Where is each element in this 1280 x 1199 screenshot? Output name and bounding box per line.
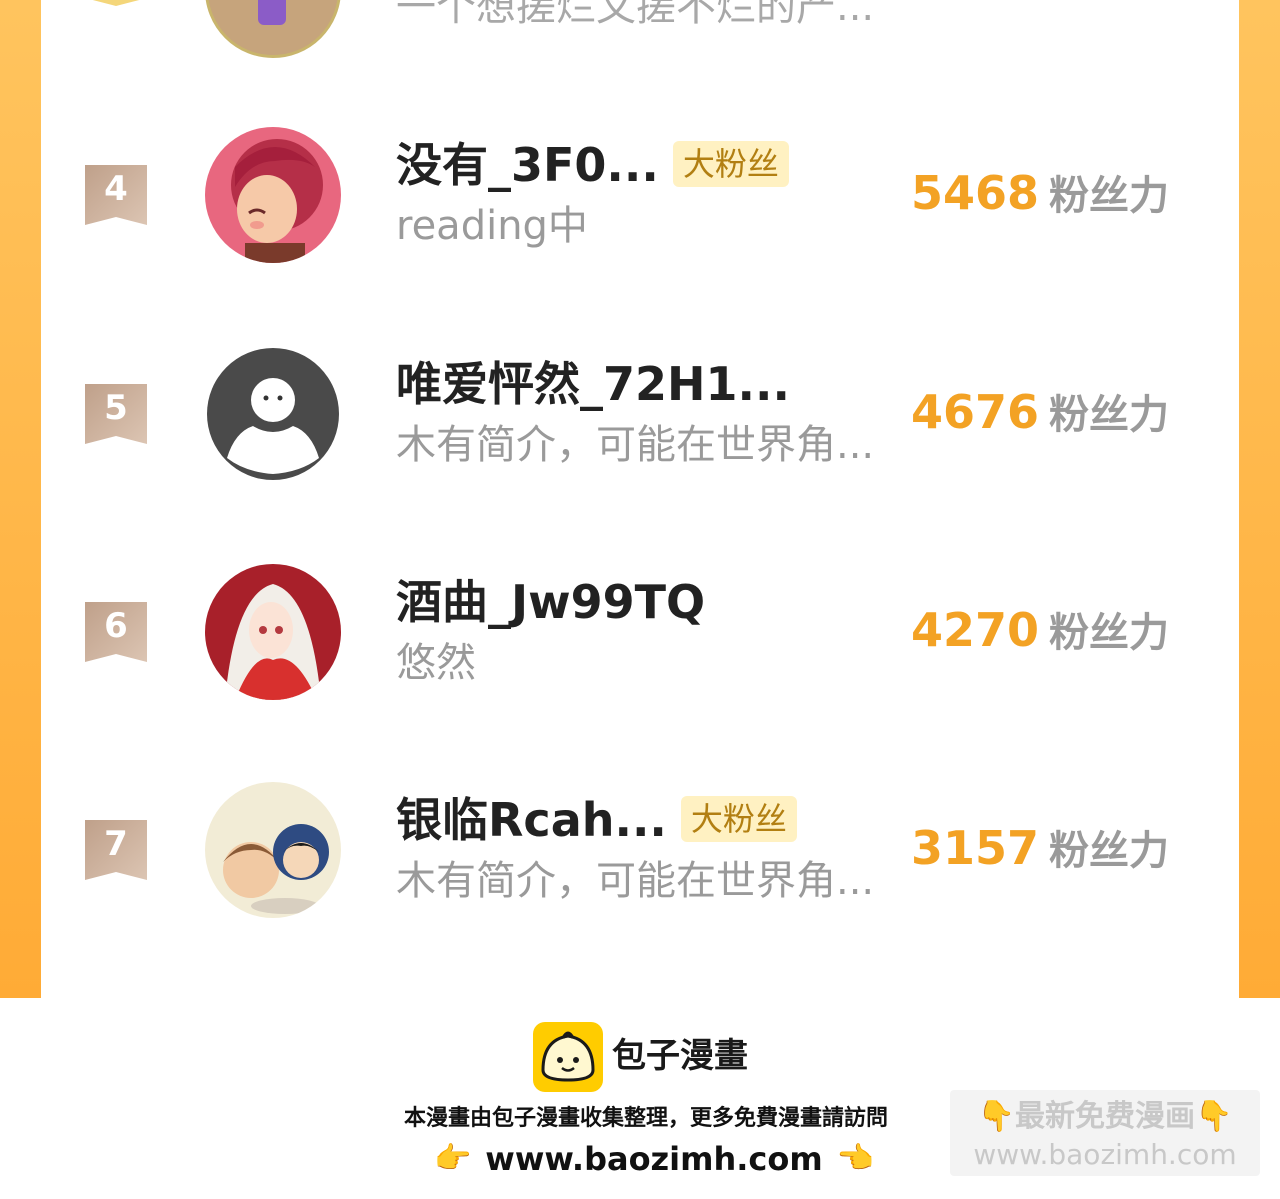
fan-power-score: 5468 粉丝力 <box>911 165 1169 232</box>
user-avatar[interactable] <box>205 782 341 918</box>
fan-power-score: 3157 粉丝力 <box>911 820 1169 887</box>
site-url-link[interactable]: www.baozimh.com <box>485 1137 822 1181</box>
rank-number: 6 <box>104 606 128 646</box>
rank-number: 5 <box>104 388 128 428</box>
rank-flag: 7 <box>85 820 147 882</box>
user-avatar[interactable] <box>205 127 341 263</box>
rank-flag: 5 <box>85 384 147 446</box>
fan-power-score: 4676 粉丝力 <box>911 384 1169 451</box>
user-name[interactable]: 酒曲_Jw99TQ <box>396 574 705 630</box>
score-unit: 粉丝力 <box>1049 392 1169 438</box>
rank-flag: 4 <box>85 165 147 227</box>
watermark-line1: 👇最新免费漫画👇 <box>977 1099 1233 1134</box>
partial-bio: 一个想搓烂文搓不烂的产... <box>396 0 875 30</box>
ranking-row-4[interactable]: 4 没有_3F0... 大粉丝 reading中 5468 粉丝力 <box>41 127 1239 277</box>
user-avatar[interactable] <box>205 564 341 700</box>
ranking-row-6[interactable]: 6 酒曲_Jw99TQ 悠然 4270 粉丝力 <box>41 564 1239 714</box>
score-unit: 粉丝力 <box>1049 173 1169 219</box>
partial-avatar[interactable] <box>205 0 341 58</box>
watermark: 👇最新免费漫画👇 www.baozimh.com <box>950 1090 1260 1176</box>
user-name-text: 唯爱怦然_72H1... <box>396 357 790 411</box>
user-name-text: 银临Rcah... <box>396 793 667 847</box>
default-person-icon <box>207 348 339 480</box>
score-unit: 粉丝力 <box>1049 610 1169 656</box>
score-value: 5468 <box>910 166 1039 220</box>
brand-name: 包子漫畫 <box>612 1036 748 1076</box>
ranking-row-5[interactable]: 5 唯爱怦然_72H1... 木有简介，可能在世界角... 4676 粉丝力 <box>41 346 1239 496</box>
user-bio: 木有简介，可能在世界角... <box>396 422 875 468</box>
score-value: 4676 <box>910 385 1039 439</box>
fan-power-score: 4270 粉丝力 <box>911 602 1169 669</box>
pointing-left-hand-icon: 👈 <box>836 1141 874 1176</box>
pointing-right-hand-icon: 👉 <box>434 1141 472 1176</box>
fan-ranking-panel: 一个想搓烂文搓不烂的产... 4 没有_3F0... 大粉丝 reading中 5… <box>41 0 1239 998</box>
two-chibi-boys-icon <box>205 782 341 918</box>
footer-url-row[interactable]: 👉 www.baozimh.com 👈 <box>434 1136 874 1182</box>
fan-badge: 大粉丝 <box>680 796 797 842</box>
user-name[interactable]: 银临Rcah... 大粉丝 <box>396 792 797 848</box>
ranking-row-7[interactable]: 7 银临Rcah... 大粉丝 木有简介，可能在世界角... 3157 粉丝力 <box>41 782 1239 932</box>
user-bio: reading中 <box>396 203 588 249</box>
user-name[interactable]: 没有_3F0... 大粉丝 <box>396 137 789 193</box>
user-avatar[interactable] <box>205 346 341 482</box>
fan-badge: 大粉丝 <box>672 141 789 187</box>
baozi-logo-icon <box>533 1022 603 1092</box>
user-name[interactable]: 唯爱怦然_72H1... <box>396 356 790 412</box>
rank-number: 7 <box>104 824 128 864</box>
score-value: 4270 <box>910 603 1039 657</box>
white-hair-red-hood-icon <box>205 564 341 700</box>
red-hair-girl-icon <box>205 127 341 263</box>
user-bio: 悠然 <box>396 640 476 686</box>
rank-flag: 6 <box>85 602 147 664</box>
score-unit: 粉丝力 <box>1049 828 1169 874</box>
partial-rank-flag <box>85 0 147 8</box>
user-name-text: 酒曲_Jw99TQ <box>396 575 706 629</box>
score-value: 3157 <box>910 821 1039 875</box>
rank-number: 4 <box>104 169 128 209</box>
user-bio: 木有简介，可能在世界角... <box>396 858 875 904</box>
watermark-line2: www.baozimh.com <box>973 1138 1237 1171</box>
user-name-text: 没有_3F0... <box>396 138 659 192</box>
